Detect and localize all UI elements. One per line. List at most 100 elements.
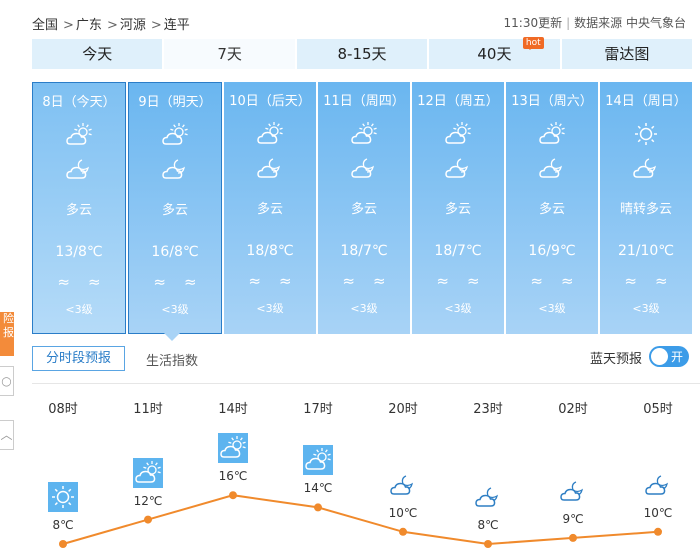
day-card[interactable]: 11日（周四） 多云 18/7℃ ≈≈ <3级	[318, 82, 410, 334]
breadcrumb-separator: >	[63, 18, 74, 33]
wind-icon: ≈≈	[153, 273, 215, 291]
day-weather: 多云	[350, 202, 377, 217]
breadcrumb: 全国 > 广东 > 河源 > 连平 11:30更新 | 数据来源 中央气象台	[32, 12, 692, 34]
cloudy-night-icon	[65, 157, 93, 181]
wind-level: <3级	[350, 302, 378, 315]
hour-temp: 8℃	[52, 518, 74, 532]
day-date: 12日（周五）	[417, 94, 499, 109]
hour-label: 02时	[558, 402, 588, 417]
hour-temp: 10℃	[388, 505, 418, 520]
wind-level: <3级	[444, 302, 472, 315]
day-date: 13日（周六）	[511, 94, 593, 109]
day-temp: 13/8℃	[55, 244, 103, 260]
day-card[interactable]: 10日（后天） 多云 18/8℃ ≈≈ <3级	[224, 82, 316, 334]
wind-level: <3级	[256, 302, 284, 315]
wind-icon: ≈≈	[57, 273, 119, 291]
day-temp: 16/8℃	[151, 244, 199, 260]
hour-temp: 10℃	[643, 505, 673, 520]
cloudy-night-icon	[444, 156, 472, 180]
sun-icon	[48, 482, 78, 512]
hour-temp: 14℃	[303, 481, 333, 496]
wind-icon: ≈≈	[436, 272, 498, 290]
day-temp: 18/7℃	[434, 243, 482, 259]
partly-cloudy-icon	[538, 122, 566, 146]
partly-cloudy-icon	[65, 123, 93, 147]
partly-cloudy-icon	[218, 433, 248, 464]
hour-temp: 9℃	[562, 511, 584, 526]
day-date: 8日（今天）	[42, 95, 116, 110]
tab-0[interactable]: 今天	[32, 39, 163, 69]
cloudy-night-icon	[161, 157, 189, 181]
tab-life-index[interactable]: 生活指数	[146, 350, 198, 369]
day-weather: 多云	[65, 203, 92, 218]
tab-label: 40天	[477, 45, 512, 63]
tab-3[interactable]: 40天 hot	[429, 37, 560, 69]
partly-cloudy-icon	[256, 122, 284, 146]
wind-level: <3级	[65, 303, 93, 316]
forecast-tabs: 今天 7天 8-15天 40天 hot 雷达图	[32, 37, 693, 69]
breadcrumb-item[interactable]: 河源	[120, 18, 146, 33]
hour-label: 20时	[388, 402, 418, 417]
breadcrumb-item[interactable]: 全国	[32, 18, 58, 33]
daily-forecast: 8日（今天） 多云 13/8℃ ≈≈ <3级 9日（明天） 多云 16/8℃ ≈…	[32, 82, 692, 334]
toggle-label: 开	[670, 350, 683, 364]
wind-level: <3级	[161, 303, 189, 316]
tab-label: 雷达图	[604, 45, 650, 63]
partly-cloudy-icon	[350, 122, 378, 146]
temperature-line-chart	[59, 491, 662, 548]
temperature-point	[654, 527, 662, 536]
temperature-point	[59, 540, 67, 548]
tab-hourly-forecast[interactable]: 分时段预报	[32, 346, 125, 371]
hot-badge: hot	[522, 37, 544, 50]
day-card[interactable]: 8日（今天） 多云 13/8℃ ≈≈ <3级	[32, 82, 126, 334]
partly-cloudy-icon	[303, 445, 333, 476]
day-weather: 多云	[538, 202, 565, 217]
breadcrumb-path: 全国 > 广东 > 河源 > 连平	[32, 14, 192, 33]
day-date: 14日（周日）	[605, 94, 687, 109]
cloudy-night-icon	[643, 470, 673, 500]
cloudy-night-icon	[256, 156, 284, 180]
breadcrumb-separator: >	[106, 18, 118, 33]
hour-temp: 12℃	[133, 493, 163, 508]
wind-level: <3级	[538, 302, 566, 315]
hourly-forecast: 08时 8℃ 11时 12℃ 14时 16℃ 17时 14℃ 20时 10℃ 23时 8℃ 0…	[0, 384, 700, 556]
day-card[interactable]: 14日（周日） 晴转多云 21/10℃ ≈≈ <3级	[600, 82, 692, 334]
hour-label: 14时	[218, 402, 248, 417]
side-feedback-tab[interactable]: 险 报	[0, 312, 14, 356]
day-card[interactable]: 9日（明天） 多云 16/8℃ ≈≈ <3级	[128, 82, 222, 334]
hour-label: 05时	[643, 402, 673, 417]
day-card[interactable]: 12日（周五） 多云 18/7℃ ≈≈ <3级	[412, 82, 504, 334]
temperature-point	[399, 527, 407, 536]
day-temp: 18/7℃	[340, 243, 388, 259]
tab-4[interactable]: 雷达图	[561, 39, 693, 69]
day-weather: 多云	[161, 203, 188, 218]
bluesky-toggle[interactable]: 开	[649, 346, 689, 367]
hour-temp: 16℃	[218, 469, 248, 484]
update-time: 11:30更新	[503, 16, 563, 30]
hour-label: 11时	[133, 402, 163, 417]
temperature-point	[229, 491, 237, 500]
tab-1[interactable]: 7天	[164, 39, 295, 69]
day-weather: 多云	[444, 202, 471, 217]
temperature-point	[144, 515, 152, 524]
tab-label: 8-15天	[337, 45, 387, 63]
update-info: 11:30更新 | 数据来源 中央气象台	[503, 16, 686, 30]
day-weather: 多云	[256, 202, 283, 217]
temperature-point	[569, 533, 577, 542]
partly-cloudy-icon	[444, 122, 472, 146]
hour-label: 23时	[473, 402, 503, 417]
temperature-point	[484, 540, 492, 548]
selected-day-pointer	[164, 333, 180, 341]
hour-label: 17时	[303, 402, 333, 417]
wind-icon: ≈≈	[530, 272, 592, 290]
partly-cloudy-icon	[161, 123, 189, 147]
cloudy-night-icon	[632, 156, 660, 180]
tab-2[interactable]: 8-15天	[296, 39, 428, 69]
temperature-point	[314, 503, 322, 512]
breadcrumb-item[interactable]: 广东	[76, 18, 102, 33]
bluesky-label: 蓝天预报	[590, 352, 643, 367]
breadcrumb-item: 连平	[163, 18, 190, 33]
day-temp: 16/9℃	[528, 243, 576, 259]
day-card[interactable]: 13日（周六） 多云 16/9℃ ≈≈ <3级	[506, 82, 598, 334]
cloudy-night-icon	[558, 476, 588, 506]
